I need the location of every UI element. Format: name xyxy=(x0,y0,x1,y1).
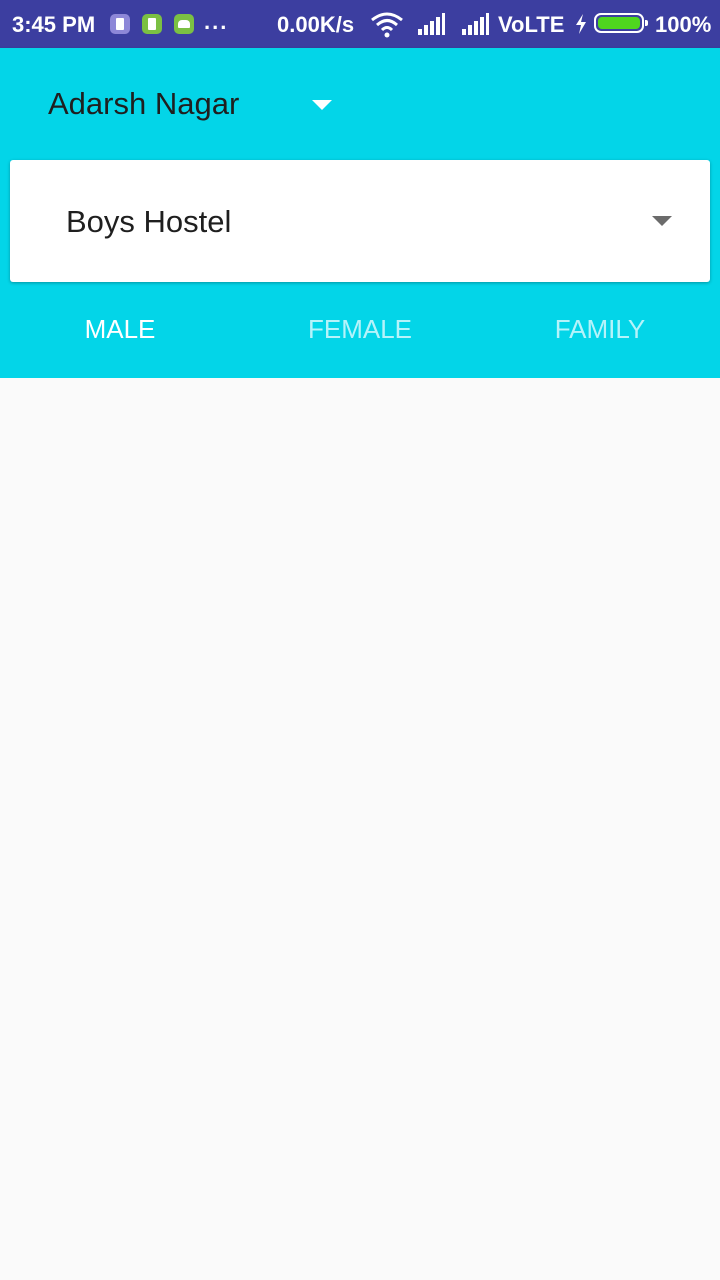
more-notifications-indicator: ... xyxy=(204,9,229,34)
battery-icon xyxy=(594,13,648,33)
notification-app-icon xyxy=(110,14,130,34)
tab-family[interactable]: FAMILY xyxy=(480,314,720,345)
status-bar: 3:45 PM ... 0.00K/s VoLTE 100% xyxy=(0,0,720,48)
signal-icon xyxy=(418,13,445,35)
wifi-icon xyxy=(371,12,403,38)
charging-icon xyxy=(576,14,586,34)
network-speed: 0.00K/s xyxy=(277,12,355,37)
location-dropdown-label: Adarsh Nagar xyxy=(48,86,240,121)
location-dropdown[interactable]: Adarsh Nagar xyxy=(48,78,348,134)
gender-tabs: MALE FEMALE FAMILY xyxy=(0,298,720,368)
notification-android-icon xyxy=(174,14,194,34)
content-area xyxy=(0,378,720,1280)
signal-icon xyxy=(462,13,489,35)
notification-sim-icon xyxy=(142,14,162,34)
accommodation-type-dropdown[interactable]: Boys Hostel xyxy=(10,160,710,282)
status-time: 3:45 PM xyxy=(12,12,96,37)
network-type: VoLTE xyxy=(498,12,565,37)
tab-male[interactable]: MALE xyxy=(0,314,240,345)
accommodation-type-label: Boys Hostel xyxy=(66,204,232,239)
tab-female[interactable]: FEMALE xyxy=(240,314,480,345)
dropdown-arrow-icon xyxy=(312,100,332,110)
dropdown-arrow-icon xyxy=(652,216,672,226)
battery-percentage: 100% xyxy=(655,12,712,37)
app-bar: Adarsh Nagar Boys Hostel MALE FEMALE FAM… xyxy=(0,48,720,378)
